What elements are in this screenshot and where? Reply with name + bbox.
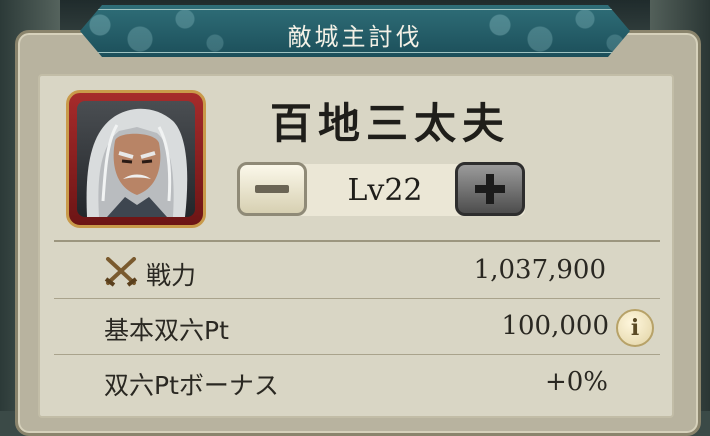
level-increase-button[interactable] xyxy=(455,162,525,216)
boss-name: 百地三太夫 xyxy=(269,99,510,148)
sugoroku-pt-bonus-label: 双六Ptボーナス xyxy=(104,371,279,400)
crossed-swords-icon xyxy=(104,257,138,287)
boss-portrait xyxy=(66,90,206,228)
boss-portrait-image xyxy=(77,101,195,217)
boss-face-illustration xyxy=(86,108,188,217)
divider-top xyxy=(54,240,660,242)
info-icon[interactable]: i xyxy=(616,309,654,347)
minus-icon xyxy=(255,185,289,193)
divider-1 xyxy=(54,298,660,299)
banner-title: 敵城主討伐 xyxy=(287,23,423,51)
sugoroku-pt-bonus-value: +0% xyxy=(544,367,608,397)
base-sugoroku-pt-label: 基本双六Pt xyxy=(104,316,229,345)
power-label: 戦力 xyxy=(146,261,197,290)
power-value: 1,037,900 xyxy=(473,255,606,285)
divider-2 xyxy=(54,354,660,355)
base-sugoroku-pt-value: 100,000 xyxy=(501,311,609,341)
level-value: Lv22 xyxy=(347,173,423,208)
header-banner: 敵城主討伐 xyxy=(80,5,630,57)
level-decrease-button[interactable] xyxy=(237,162,307,216)
plus-icon xyxy=(475,174,505,204)
